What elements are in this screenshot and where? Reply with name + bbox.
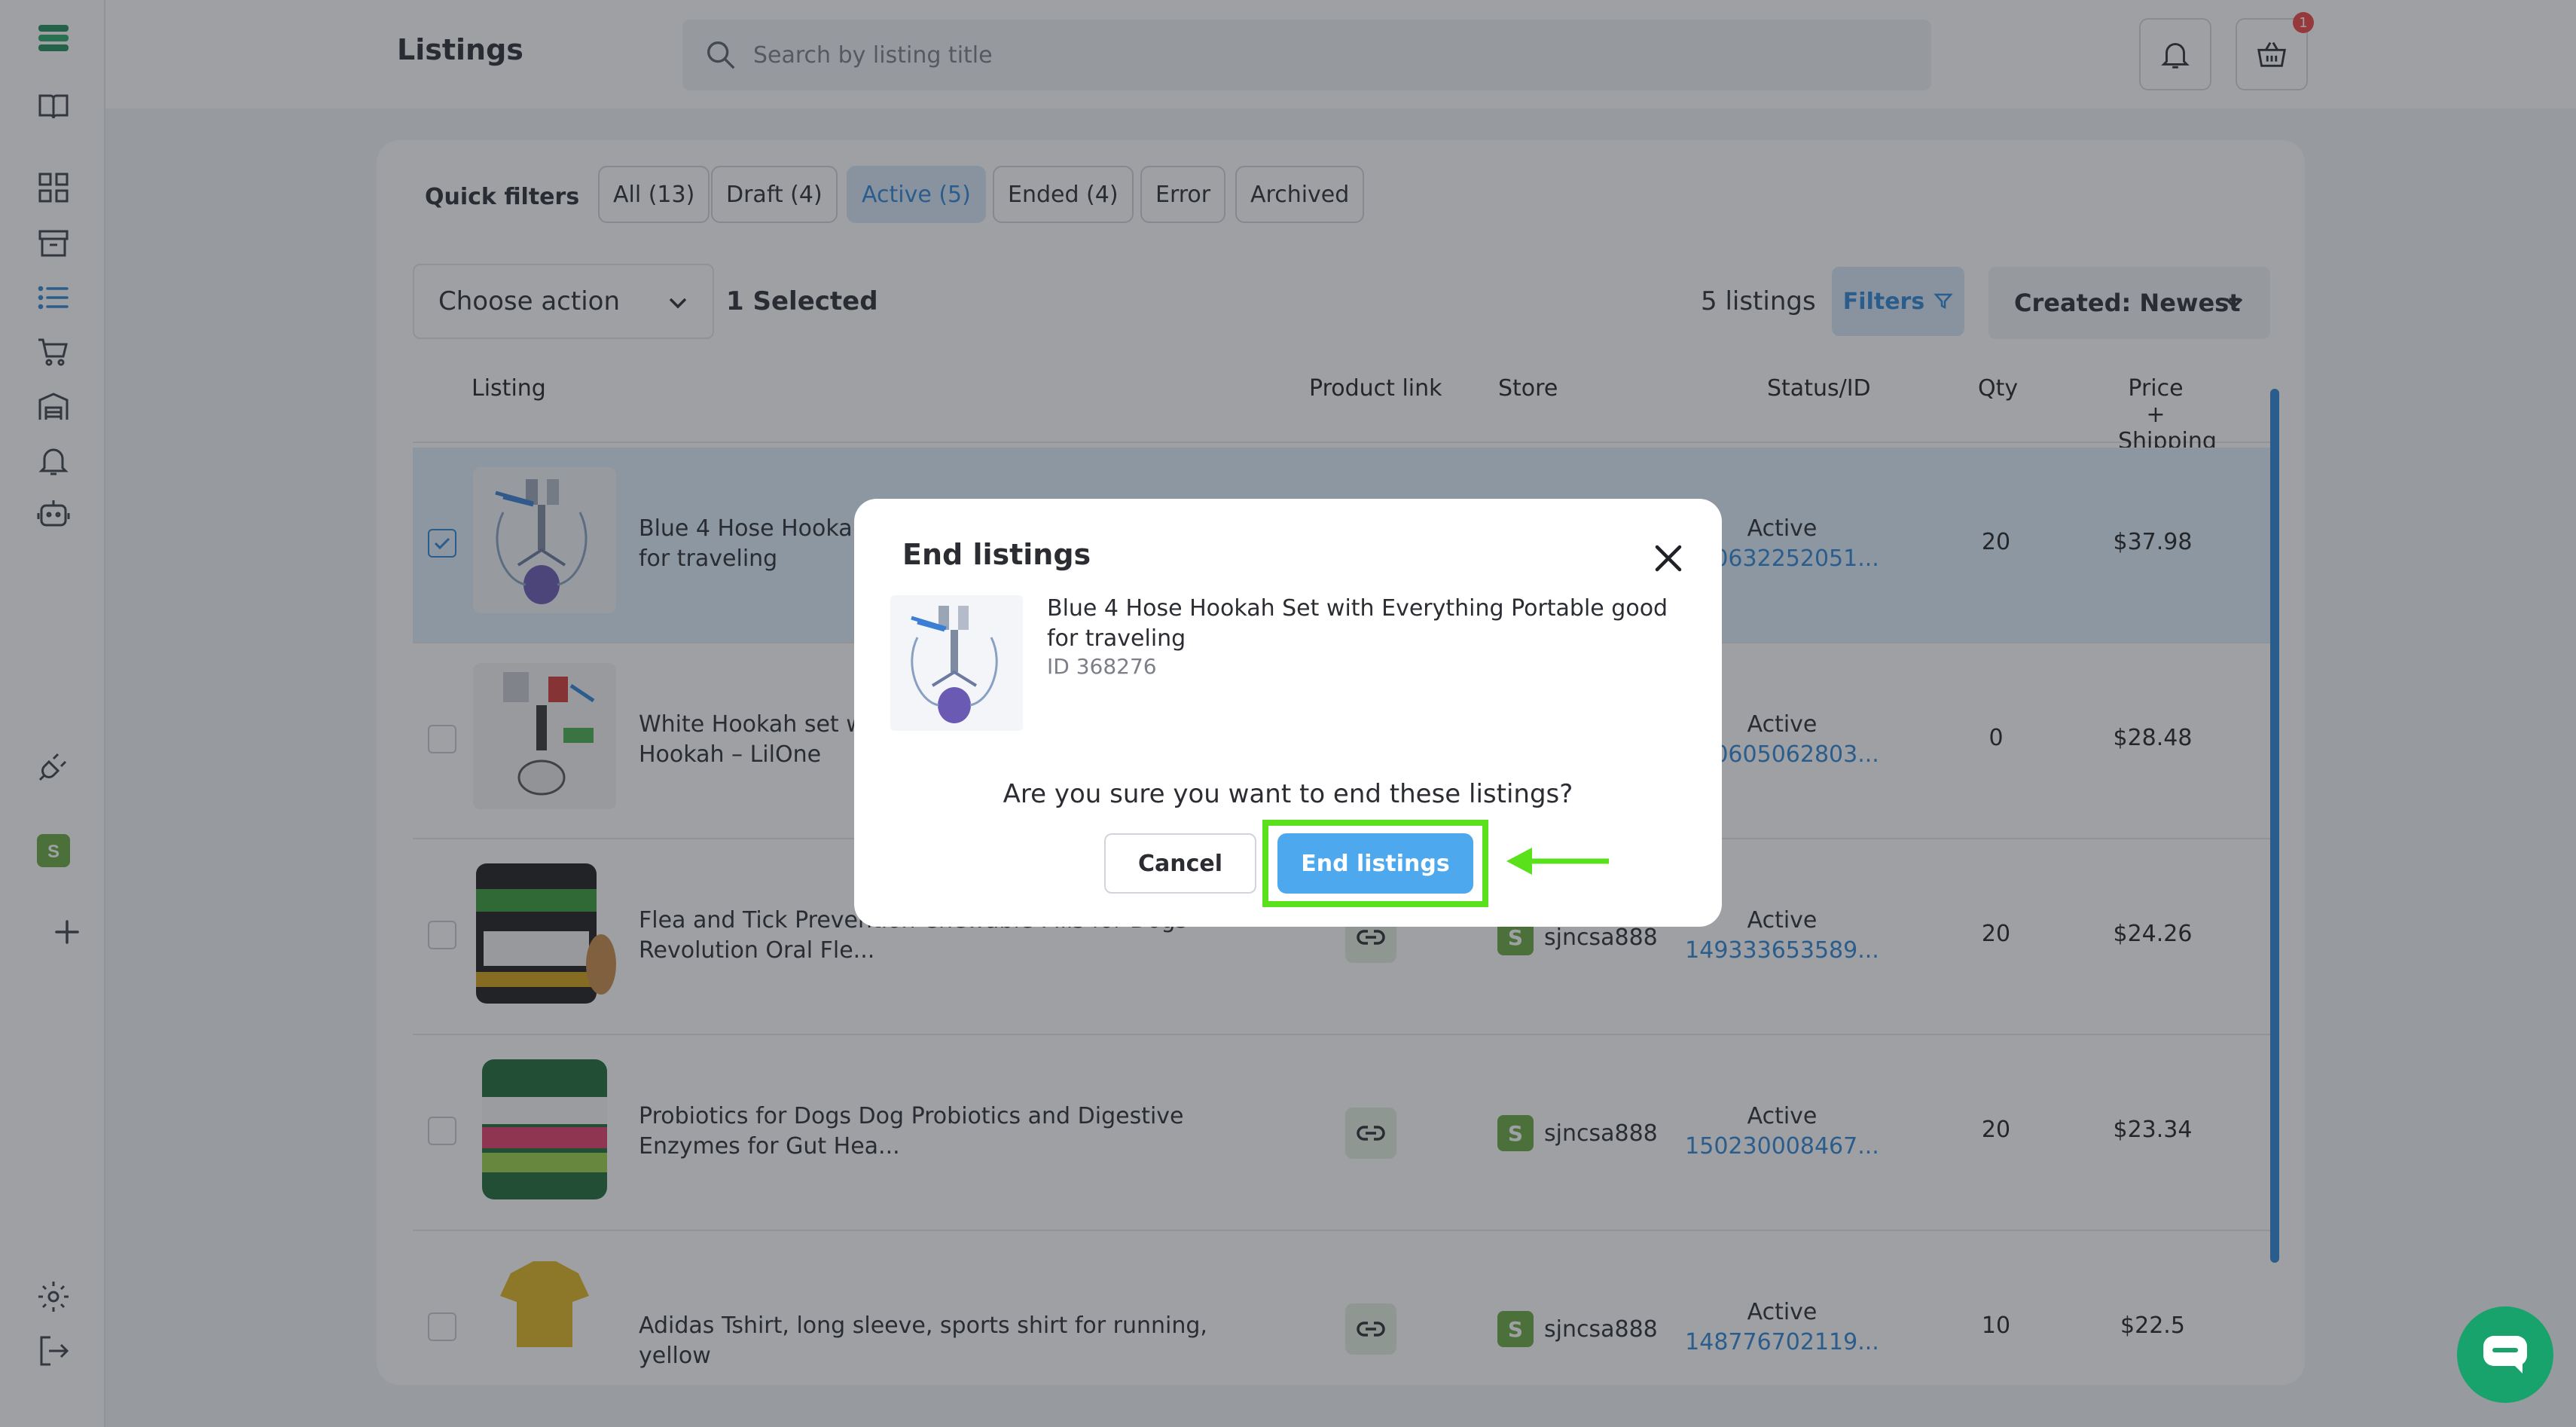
- arrow-left-icon: [1506, 848, 1609, 875]
- highlight-box: End listings: [1262, 820, 1488, 907]
- modal-item-title: Blue 4 Hose Hookah Set with Everything P…: [1047, 595, 1668, 652]
- cancel-button[interactable]: Cancel: [1104, 833, 1256, 894]
- modal-item-id: ID 368276: [1047, 654, 1157, 679]
- modal-title: End listings: [902, 538, 1091, 571]
- chat-button[interactable]: [2457, 1306, 2553, 1403]
- modal-question: Are you sure you want to end these listi…: [1003, 779, 1573, 809]
- end-listings-button[interactable]: End listings: [1277, 833, 1473, 894]
- close-icon[interactable]: [1650, 539, 1687, 577]
- modal-product-thumbnail: [890, 595, 1023, 731]
- chat-icon: [2483, 1336, 2527, 1374]
